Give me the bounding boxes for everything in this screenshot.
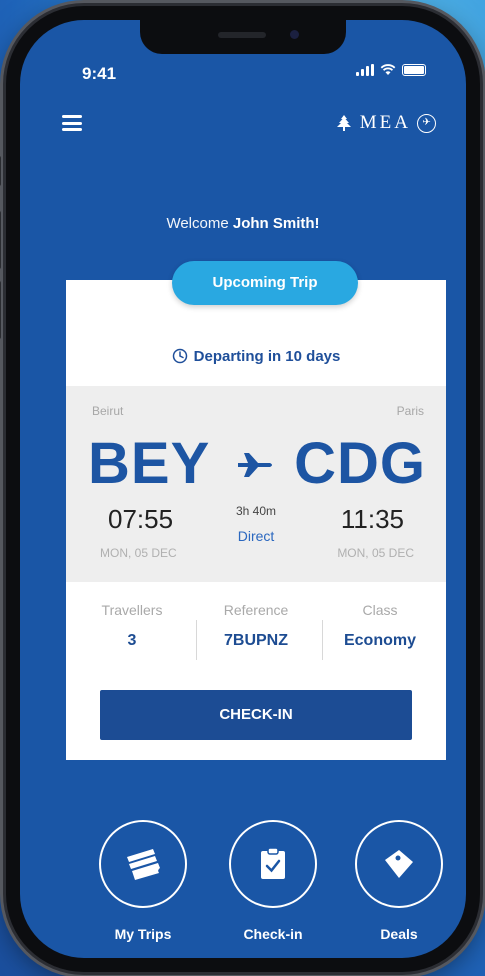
travellers-value: 3 xyxy=(127,632,137,649)
reference-value: 7BUPNZ xyxy=(223,632,288,649)
notch xyxy=(140,20,346,54)
user-name: John Smith! xyxy=(232,215,320,232)
check-in-circle xyxy=(229,820,317,908)
deals-label: Deals xyxy=(380,926,418,942)
reference-label: Reference xyxy=(223,602,289,618)
check-in-label: Check-in xyxy=(243,926,303,942)
phone-frame: 9:41 MEA ✈ Welcome John Smith! Departing… xyxy=(0,6,480,972)
status-icons xyxy=(356,64,426,76)
tag-icon xyxy=(385,850,413,878)
cedar-icon xyxy=(336,115,351,131)
status-time: 9:41 xyxy=(82,64,117,83)
nav-my-trips[interactable]: My Trips xyxy=(98,820,188,942)
check-in-button[interactable]: CHECK-IN xyxy=(100,690,412,740)
arrival-date: MON, 05 DEC xyxy=(337,546,414,560)
tickets-icon xyxy=(127,849,160,880)
app-screen: 9:41 MEA ✈ Welcome John Smith! Departing… xyxy=(20,20,466,958)
mea-logo: MEA ✈ xyxy=(334,112,436,134)
menu-button[interactable] xyxy=(62,115,82,131)
welcome-message: Welcome John Smith! xyxy=(20,215,466,232)
camera xyxy=(290,30,299,39)
my-trips-label: My Trips xyxy=(114,926,172,942)
skyteam-icon: ✈ xyxy=(417,113,436,133)
volume-up-button xyxy=(0,211,1,269)
travellers-label: Travellers xyxy=(101,602,163,618)
upcoming-trip-badge: Upcoming Trip xyxy=(172,261,358,305)
origin-code: BEY xyxy=(88,431,211,496)
destination-city: Paris xyxy=(396,404,424,418)
flight-stops: Direct xyxy=(237,528,275,544)
clock-icon xyxy=(172,348,187,364)
wifi-icon xyxy=(380,64,396,75)
trip-card: Departing in 10 days Beirut Paris BEY CD… xyxy=(66,280,446,760)
my-trips-circle xyxy=(99,820,187,908)
reference-info: Reference 7BUPNZ xyxy=(196,602,316,650)
speaker xyxy=(218,32,266,38)
class-value: Economy xyxy=(343,632,416,649)
clipboard-check-icon xyxy=(261,847,285,879)
signal-icon xyxy=(356,64,374,76)
airplane-icon xyxy=(238,453,272,477)
arrival-time: 11:35 xyxy=(340,504,404,534)
welcome-prefix: Welcome xyxy=(166,215,229,232)
origin-city: Beirut xyxy=(92,404,124,418)
class-label: Class xyxy=(362,602,398,618)
flight-duration: 3h 40m xyxy=(235,504,277,518)
departing-info: Departing in 10 days xyxy=(66,348,446,365)
travellers-info: Travellers 3 xyxy=(72,602,192,650)
class-info: Class Economy xyxy=(320,602,440,650)
destination-code: CDG xyxy=(294,431,426,496)
nav-deals[interactable]: Deals xyxy=(354,820,444,942)
nav-check-in[interactable]: Check-in xyxy=(228,820,318,942)
deals-circle xyxy=(355,820,443,908)
flight-summary: Beirut Paris BEY CDG 07:55 11:35 3h 40m … xyxy=(66,386,446,582)
departure-time: 07:55 xyxy=(108,504,174,534)
volume-down-button xyxy=(0,281,1,339)
departing-text: Departing in 10 days xyxy=(193,348,341,365)
mute-switch xyxy=(0,156,1,186)
brand-name: MEA xyxy=(359,112,411,133)
departure-date: MON, 05 DEC xyxy=(100,546,177,560)
battery-icon xyxy=(402,64,426,76)
